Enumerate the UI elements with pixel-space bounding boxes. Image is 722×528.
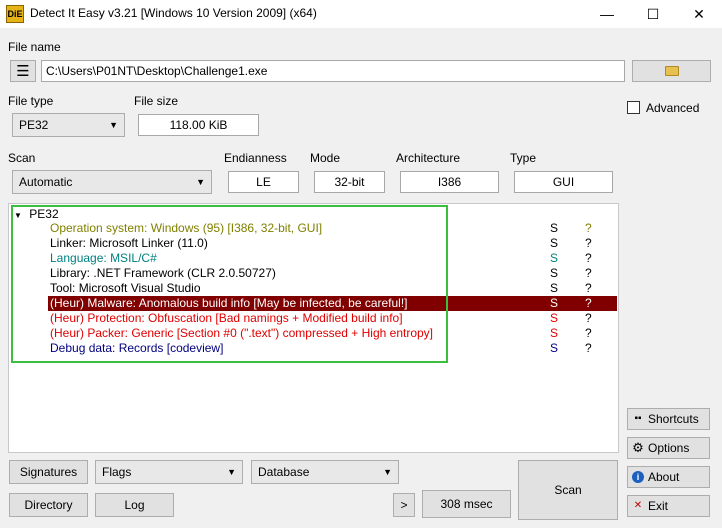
architecture-value: I386 [400,171,499,193]
architecture-label: Architecture [396,151,461,165]
result-row-s-flag: S [550,311,559,325]
open-file-button[interactable] [632,60,711,82]
advanced-checkbox[interactable] [627,101,640,114]
result-row-s-flag: S [550,281,559,295]
result-row-q-flag: ? [585,296,592,310]
chevron-down-icon: ▼ [227,467,236,477]
result-row-s-flag: S [550,221,559,235]
result-row-s-flag: S [550,341,559,355]
scan-time-display: 308 msec [422,490,511,518]
flags-value: Flags [102,465,132,479]
result-row-q-flag: ? [585,326,592,340]
options-button[interactable]: ⚙ Options [627,437,710,459]
signatures-button[interactable]: Signatures [9,460,88,484]
close-button[interactable]: ✕ [676,0,722,28]
shortcuts-label: Shortcuts [648,412,699,426]
log-button[interactable]: Log [95,493,174,517]
close-icon: ✕ [633,500,643,511]
options-label: Options [648,441,690,455]
file-size-value: 118.00 KiB [138,114,259,136]
maximize-button[interactable]: ☐ [630,0,676,28]
chevron-down-icon: ▼ [383,467,392,477]
endianness-value: LE [228,171,299,193]
result-row-q-flag: ? [585,281,592,295]
exit-button[interactable]: ✕ Exit [627,495,710,517]
app-icon: DiE [6,5,24,23]
selection-box [11,205,448,363]
result-row-s-flag: S [550,266,559,280]
file-menu-button[interactable]: ☰ [10,60,36,82]
about-label: About [648,470,680,484]
window-title: Detect It Easy v3.21 [Windows 10 Version… [30,6,317,20]
type-label: Type [510,151,537,165]
database-select[interactable]: Database ▼ [251,460,399,484]
result-row-s-flag: S [550,236,559,250]
minimize-button[interactable]: — [584,0,630,28]
expand-button[interactable]: > [393,493,415,517]
info-icon: i [632,471,644,483]
scan-button[interactable]: Scan [518,460,618,520]
file-path-input[interactable]: C:\Users\P01NT\Desktop\Challenge1.exe [41,60,625,82]
file-name-label: File name [8,40,61,54]
keyboard-icon: ▪▪ [634,413,642,424]
endianness-label: Endianness [224,151,287,165]
folder-icon [664,66,679,76]
mode-label: Mode [310,151,341,165]
result-row-s-flag: S [550,296,559,310]
database-value: Database [258,465,310,479]
flags-select[interactable]: Flags ▼ [95,460,243,484]
shortcuts-button[interactable]: ▪▪ Shortcuts [627,408,710,430]
result-row-s-flag: S [550,251,559,265]
file-type-value: PE32 [19,118,49,132]
result-row-q-flag: ? [585,221,592,235]
scan-mode-select[interactable]: Automatic ▼ [12,170,212,194]
scan-label: Scan [8,151,36,165]
result-row-q-flag: ? [585,266,592,280]
list-icon: ☰ [16,62,30,80]
gear-icon: ⚙ [632,440,644,455]
type-value: GUI [514,171,613,193]
exit-label: Exit [648,499,669,513]
advanced-label: Advanced [646,101,700,115]
result-row-s-flag: S [550,326,559,340]
result-row-q-flag: ? [585,341,592,355]
chevron-down-icon: ▼ [109,120,118,130]
about-button[interactable]: i About [627,466,710,488]
mode-value: 32-bit [314,171,385,193]
scan-mode-value: Automatic [19,175,73,189]
result-row-q-flag: ? [585,251,592,265]
file-type-label: File type [8,94,54,108]
file-type-select[interactable]: PE32 ▼ [12,113,125,137]
result-row-q-flag: ? [585,236,592,250]
directory-button[interactable]: Directory [9,493,88,517]
chevron-down-icon: ▼ [196,177,205,187]
result-row-q-flag: ? [585,311,592,325]
file-size-label: File size [134,94,179,108]
